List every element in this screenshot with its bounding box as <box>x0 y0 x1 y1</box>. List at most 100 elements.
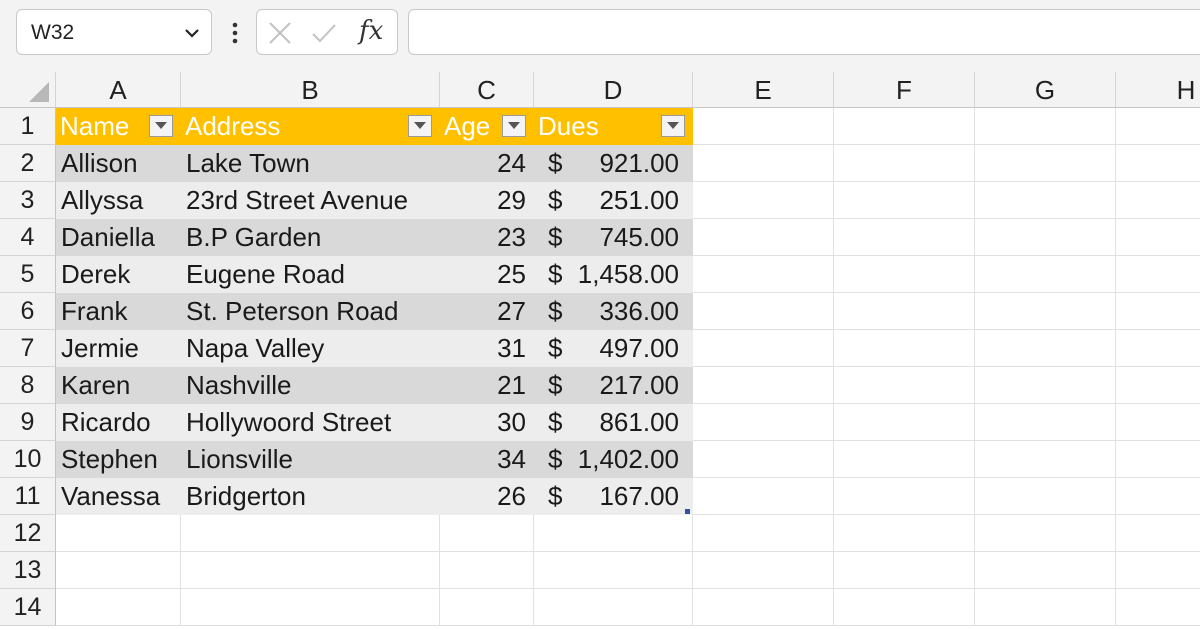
cell-age[interactable]: 34 <box>440 441 534 478</box>
cell-address[interactable]: Lionsville <box>181 441 440 478</box>
row-header-11[interactable]: 11 <box>0 478 56 515</box>
select-all-corner[interactable] <box>0 72 56 108</box>
cell-age[interactable]: 26 <box>440 478 534 515</box>
more-options-icon[interactable] <box>225 19 245 47</box>
grid-cell[interactable] <box>693 145 834 182</box>
column-header-a[interactable]: A <box>56 72 181 108</box>
grid-cell[interactable] <box>834 145 975 182</box>
grid-cell[interactable] <box>56 515 181 552</box>
grid-cell[interactable] <box>975 182 1116 219</box>
cancel-icon[interactable] <box>267 20 293 46</box>
grid-cell[interactable] <box>693 108 834 145</box>
row-header-1[interactable]: 1 <box>0 108 56 145</box>
grid-cell[interactable] <box>975 108 1116 145</box>
row-header-12[interactable]: 12 <box>0 515 56 552</box>
grid-cell[interactable] <box>1116 367 1200 404</box>
cell-name[interactable]: Vanessa <box>56 478 181 515</box>
grid-cell[interactable] <box>975 367 1116 404</box>
cell-dues[interactable]: $745.00 <box>534 219 693 256</box>
grid-cell[interactable] <box>975 478 1116 515</box>
grid-cell[interactable] <box>975 330 1116 367</box>
cell-age[interactable]: 29 <box>440 182 534 219</box>
cell-age[interactable]: 25 <box>440 256 534 293</box>
grid-cell[interactable] <box>1116 478 1200 515</box>
grid-cell[interactable] <box>1116 441 1200 478</box>
cell-age[interactable]: 23 <box>440 219 534 256</box>
cell-name[interactable]: Karen <box>56 367 181 404</box>
table-header-name[interactable]: Name <box>56 108 181 145</box>
cell-name[interactable]: Frank <box>56 293 181 330</box>
grid-cell[interactable] <box>693 552 834 589</box>
cell-dues[interactable]: $1,458.00 <box>534 256 693 293</box>
grid-cell[interactable] <box>693 367 834 404</box>
filter-dropdown-button[interactable] <box>149 115 173 137</box>
row-header-9[interactable]: 9 <box>0 404 56 441</box>
grid-cell[interactable] <box>56 589 181 626</box>
grid-cell[interactable] <box>1116 256 1200 293</box>
filter-dropdown-button[interactable] <box>408 115 432 137</box>
cell-dues[interactable]: $861.00 <box>534 404 693 441</box>
name-box[interactable]: W32 <box>16 9 212 55</box>
chevron-down-icon[interactable] <box>183 24 201 42</box>
grid-cell[interactable] <box>834 256 975 293</box>
grid-cell[interactable] <box>834 404 975 441</box>
column-header-d[interactable]: D <box>534 72 693 108</box>
grid-cell[interactable] <box>1116 515 1200 552</box>
cell-name[interactable]: Jermie <box>56 330 181 367</box>
grid-cell[interactable] <box>834 589 975 626</box>
cell-age[interactable]: 21 <box>440 367 534 404</box>
grid-cell[interactable] <box>975 515 1116 552</box>
grid-cell[interactable] <box>534 552 693 589</box>
grid-cell[interactable] <box>693 441 834 478</box>
grid-cell[interactable] <box>975 552 1116 589</box>
grid-cell[interactable] <box>834 219 975 256</box>
filter-dropdown-button[interactable] <box>502 115 526 137</box>
grid-cell[interactable] <box>693 515 834 552</box>
grid-cell[interactable] <box>440 589 534 626</box>
row-header-4[interactable]: 4 <box>0 219 56 256</box>
row-header-6[interactable]: 6 <box>0 293 56 330</box>
grid-cell[interactable] <box>693 219 834 256</box>
row-header-10[interactable]: 10 <box>0 441 56 478</box>
table-header-address[interactable]: Address <box>181 108 440 145</box>
grid-cell[interactable] <box>1116 293 1200 330</box>
grid-cell[interactable] <box>693 478 834 515</box>
grid-cell[interactable] <box>181 552 440 589</box>
enter-check-icon[interactable] <box>311 20 337 46</box>
grid-cell[interactable] <box>1116 330 1200 367</box>
grid-cell[interactable] <box>440 515 534 552</box>
grid-cell[interactable] <box>834 293 975 330</box>
filter-dropdown-button[interactable] <box>661 115 685 137</box>
insert-function-button[interactable]: fx <box>359 16 383 46</box>
column-header-h[interactable]: H <box>1116 72 1200 108</box>
table-header-age[interactable]: Age <box>440 108 534 145</box>
cell-name[interactable]: Allyssa <box>56 182 181 219</box>
grid-cell[interactable] <box>975 256 1116 293</box>
cell-name[interactable]: Stephen <box>56 441 181 478</box>
row-header-14[interactable]: 14 <box>0 589 56 626</box>
grid-cell[interactable] <box>1116 589 1200 626</box>
row-header-7[interactable]: 7 <box>0 330 56 367</box>
grid-cell[interactable] <box>1116 182 1200 219</box>
grid-cell[interactable] <box>834 515 975 552</box>
formula-input[interactable] <box>408 9 1200 55</box>
grid-cell[interactable] <box>693 404 834 441</box>
cell-age[interactable]: 27 <box>440 293 534 330</box>
column-header-c[interactable]: C <box>440 72 534 108</box>
table-header-dues[interactable]: Dues <box>534 108 693 145</box>
row-header-13[interactable]: 13 <box>0 552 56 589</box>
cell-address[interactable]: Lake Town <box>181 145 440 182</box>
grid-cell[interactable] <box>693 589 834 626</box>
cell-name[interactable]: Ricardo <box>56 404 181 441</box>
grid-cell[interactable] <box>181 515 440 552</box>
column-header-g[interactable]: G <box>975 72 1116 108</box>
column-header-f[interactable]: F <box>834 72 975 108</box>
grid-cell[interactable] <box>1116 552 1200 589</box>
grid-cell[interactable] <box>834 478 975 515</box>
grid-cell[interactable] <box>1116 404 1200 441</box>
column-header-b[interactable]: B <box>181 72 440 108</box>
grid-cell[interactable] <box>534 515 693 552</box>
cell-dues[interactable]: $497.00 <box>534 330 693 367</box>
grid-cell[interactable] <box>834 441 975 478</box>
grid-cell[interactable] <box>975 219 1116 256</box>
